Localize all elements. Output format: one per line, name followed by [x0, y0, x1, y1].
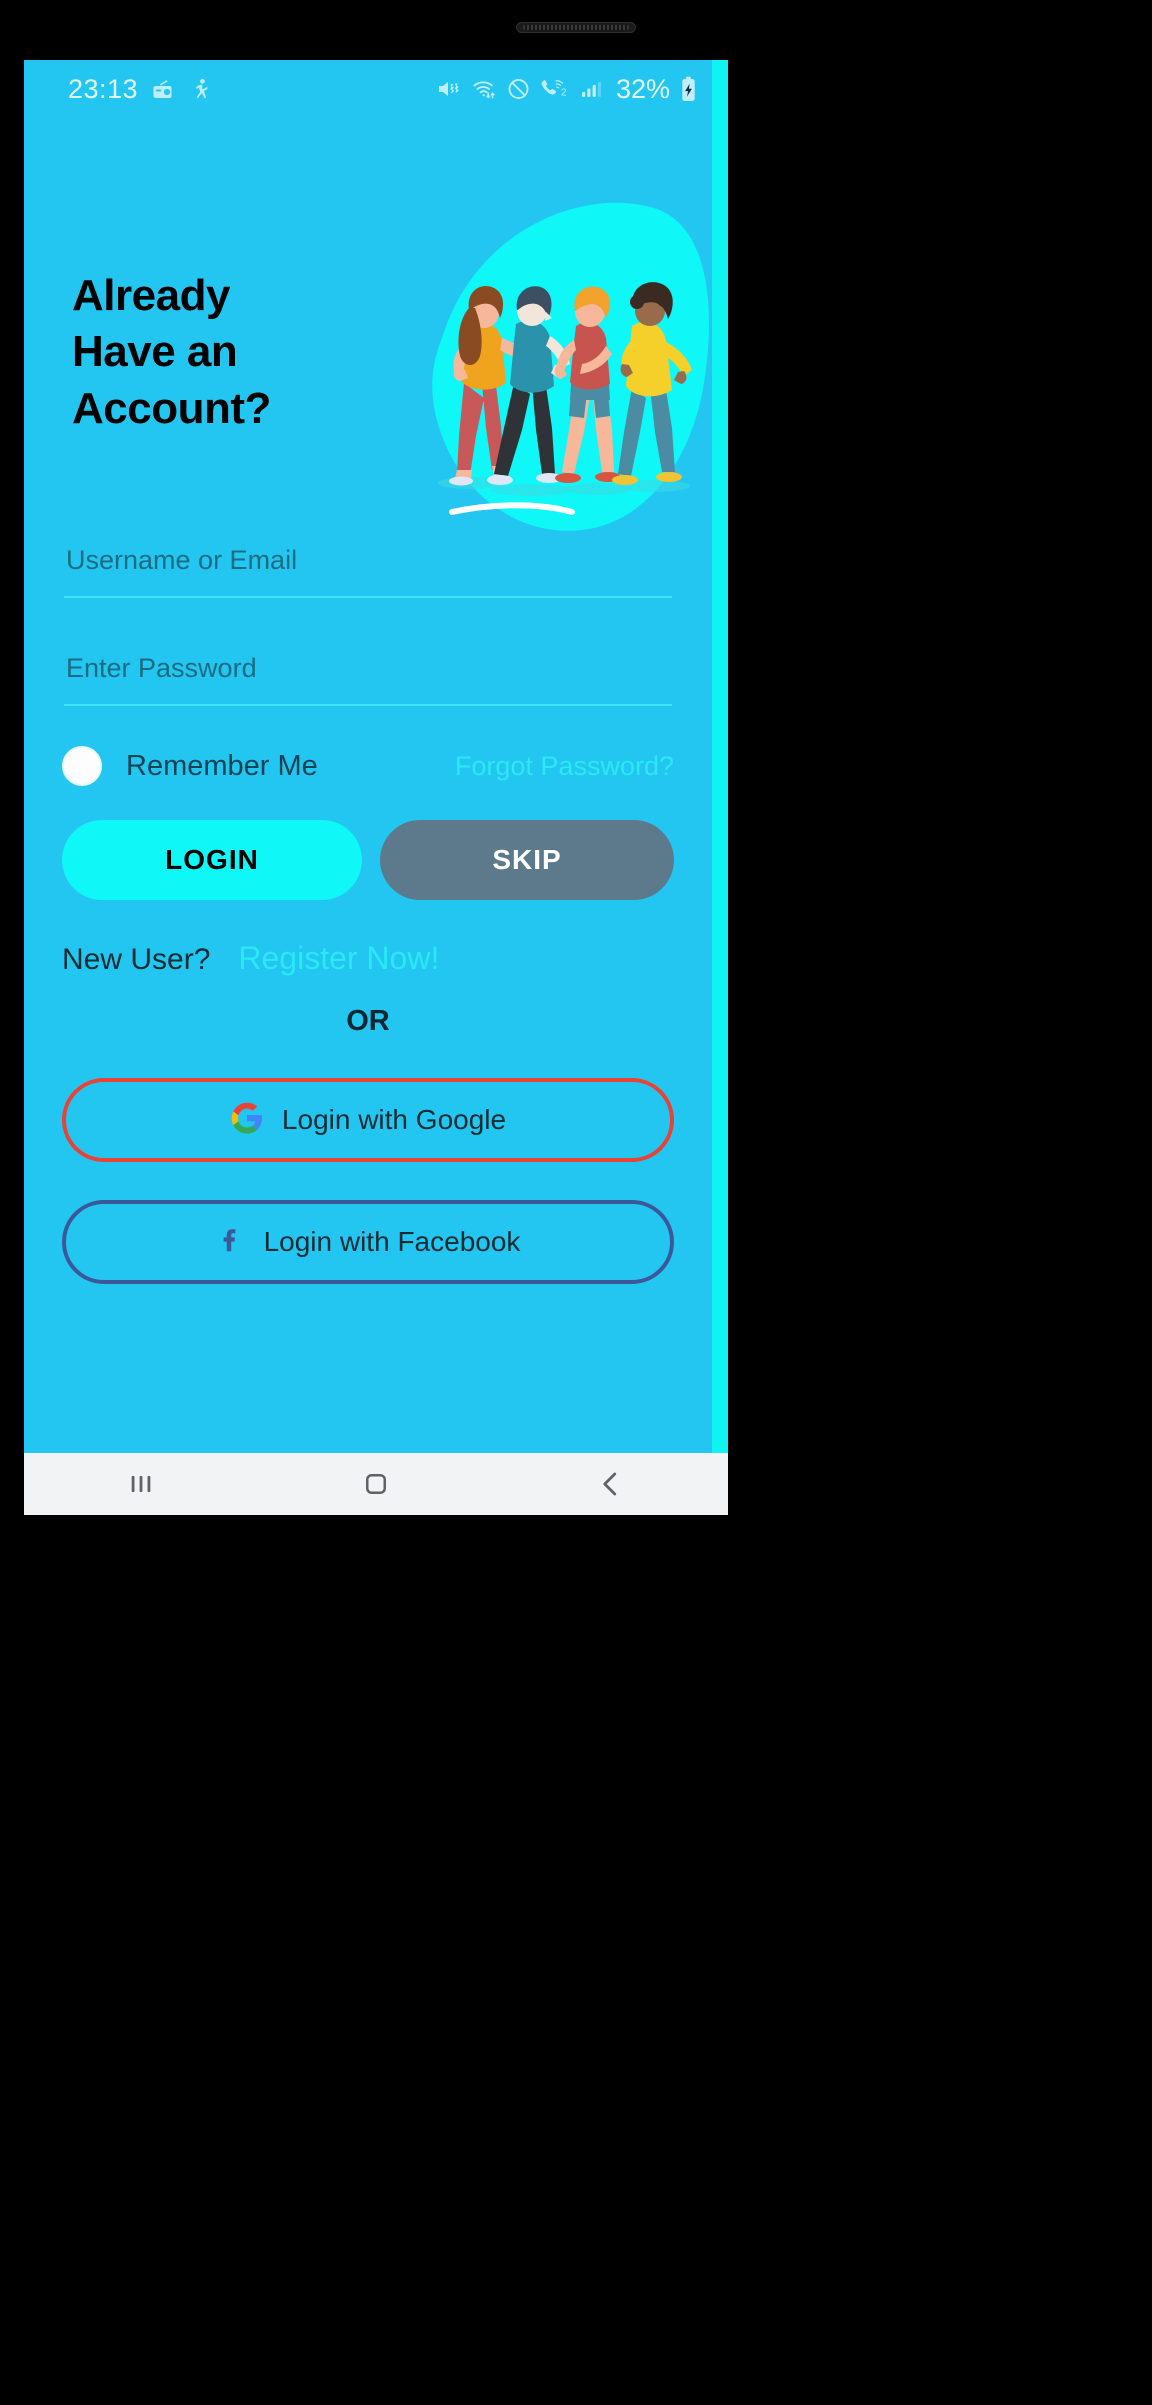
username-input[interactable]	[64, 530, 672, 590]
login-form	[64, 530, 672, 746]
cellular-signal-icon	[579, 77, 605, 101]
home-icon[interactable]	[316, 1453, 436, 1515]
four-people-walking-illustration	[324, 178, 714, 538]
new-user-label: New User?	[62, 943, 211, 976]
speaker-grill	[523, 25, 629, 30]
login-button[interactable]: LOGIN	[62, 820, 362, 900]
login-with-google-button[interactable]: Login with Google	[62, 1078, 674, 1162]
radio-icon	[151, 77, 178, 101]
password-field-wrapper	[64, 638, 672, 746]
phone-device-frame: 23:13 2 32% Already Have an Account? Use…	[0, 0, 1152, 2405]
back-icon[interactable]	[551, 1453, 671, 1515]
password-input[interactable]	[64, 638, 672, 698]
accessibility-icon	[191, 77, 213, 101]
wifi-calling-2-icon: 2	[540, 77, 570, 101]
skip-button[interactable]: SKIP	[380, 820, 674, 900]
phone-screen: 23:13 2 32% Already Have an Account? Use…	[24, 60, 728, 1515]
earpiece-speaker	[516, 22, 636, 33]
remember-me-checkbox[interactable]	[62, 746, 102, 786]
remember-me-label: Remember Me	[126, 749, 318, 782]
login-with-facebook-label: Login with Facebook	[263, 1226, 521, 1257]
battery-percent-label: 32%	[615, 73, 670, 104]
do-not-disturb-icon	[506, 77, 531, 101]
new-user-row: New User? Register Now!	[62, 940, 674, 977]
remember-me-row: Remember Me Forgot Password?	[62, 742, 674, 790]
svg-text:2: 2	[561, 87, 567, 98]
username-field-wrapper	[64, 530, 672, 638]
android-navigation-bar	[24, 1453, 728, 1515]
recents-icon[interactable]	[81, 1453, 201, 1515]
google-icon	[230, 1101, 264, 1140]
register-now-link[interactable]: Register Now!	[238, 940, 439, 977]
username-underline	[64, 596, 672, 598]
volume-mute-vibrate-icon	[436, 77, 462, 101]
screen-edge-highlight	[712, 60, 728, 1453]
facebook-icon	[216, 1223, 246, 1262]
status-bar: 23:13 2 32%	[24, 60, 712, 118]
battery-charging-icon	[679, 76, 698, 102]
login-with-facebook-button[interactable]: Login with Facebook	[62, 1200, 674, 1284]
wifi-data-icon	[471, 77, 497, 101]
status-bar-right: 2 32%	[436, 74, 698, 105]
or-divider-label: OR	[346, 1005, 390, 1037]
status-clock: 23:13	[68, 73, 139, 104]
password-underline	[64, 704, 672, 706]
action-buttons-row: LOGIN SKIP	[62, 820, 674, 900]
login-with-google-label: Login with Google	[281, 1104, 507, 1135]
status-bar-left: 23:13	[68, 74, 213, 105]
forgot-password-link[interactable]: Forgot Password?	[455, 751, 674, 782]
